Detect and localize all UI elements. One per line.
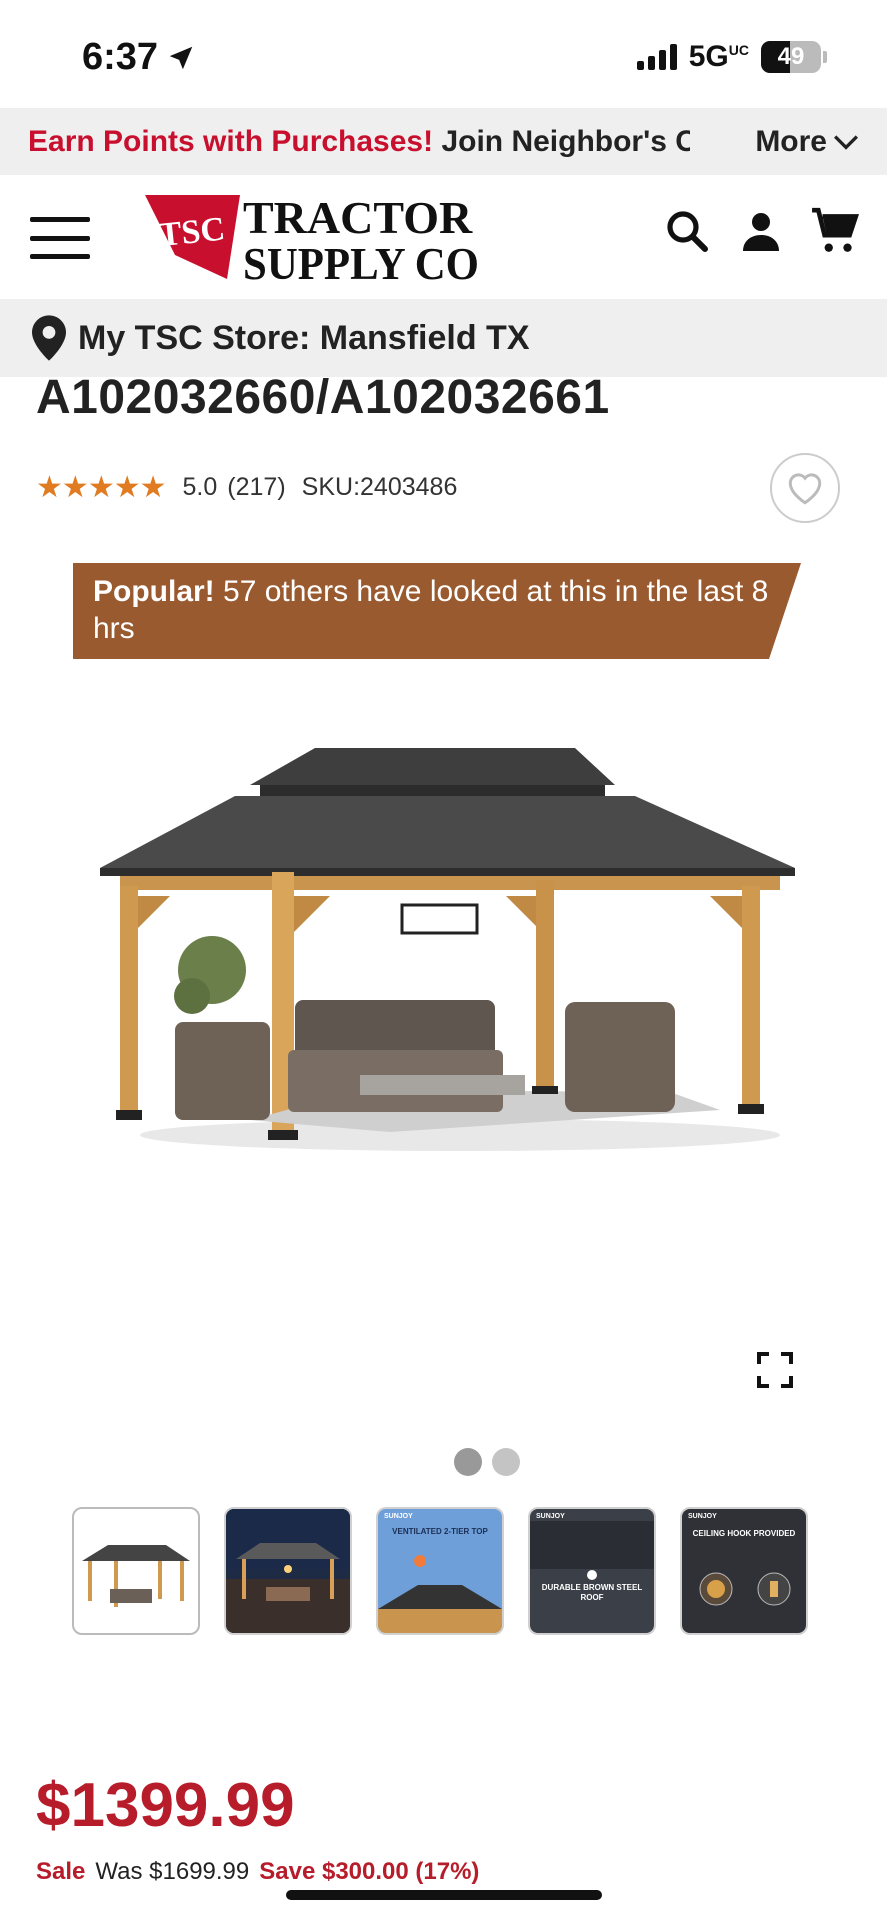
thumbnail-5[interactable]: SUNJOY CEILING HOOK PROVIDED bbox=[680, 1507, 808, 1635]
thumbnail-2[interactable] bbox=[224, 1507, 352, 1635]
main-product-image[interactable] bbox=[60, 700, 820, 1180]
rating-value: 5.0 bbox=[182, 473, 218, 501]
expand-icon[interactable] bbox=[757, 1352, 793, 1388]
cart-icon[interactable] bbox=[809, 205, 861, 257]
product-title: A102032660/A102032661 bbox=[36, 371, 610, 424]
star-icon: ★ bbox=[113, 471, 141, 504]
home-indicator[interactable] bbox=[286, 1890, 602, 1900]
star-icon: ★ bbox=[61, 471, 89, 504]
header-icons bbox=[661, 205, 861, 257]
price-details: Sale Was $1699.99 Save $300.00 (17%) bbox=[36, 1858, 479, 1886]
menu-icon[interactable] bbox=[30, 217, 90, 259]
image-pager bbox=[454, 1448, 520, 1476]
favorite-button[interactable] bbox=[770, 453, 840, 523]
svg-text:TRACTOR: TRACTOR bbox=[243, 192, 473, 243]
battery-nub bbox=[823, 51, 827, 63]
svg-text:TSC: TSC bbox=[157, 210, 227, 254]
site-header: TSC TRACTOR SUPPLY CO bbox=[0, 175, 887, 299]
thumbnail-3[interactable]: SUNJOY VENTILATED 2-TIER TOP bbox=[376, 1507, 504, 1635]
rating-row[interactable]: ★ ★ ★ ★ ★ 5.0 (217) SKU:2403486 bbox=[36, 470, 457, 505]
popular-text: Popular! 57 others have looked at this i… bbox=[93, 575, 769, 645]
svg-text:SUPPLY CO: SUPPLY CO bbox=[243, 238, 479, 285]
promo-bar[interactable]: Earn Points with Purchases! Join Neighbo… bbox=[0, 108, 887, 175]
tractor-supply-logo[interactable]: TSC TRACTOR SUPPLY CO bbox=[145, 189, 485, 285]
chevron-down-icon bbox=[834, 134, 858, 150]
pager-dot-1[interactable] bbox=[454, 1448, 482, 1476]
star-icon: ★ bbox=[139, 471, 167, 504]
location-arrow-icon bbox=[169, 46, 193, 69]
product-price: $1399.99 bbox=[36, 1771, 295, 1840]
promo-text[interactable]: Earn Points with Purchases! Join Neighbo… bbox=[0, 125, 690, 159]
star-icon: ★ bbox=[36, 471, 63, 504]
status-time: 6:37 bbox=[82, 36, 196, 79]
store-selector[interactable]: My TSC Store: Mansfield TX bbox=[0, 299, 887, 377]
battery-icon: 49 bbox=[761, 41, 821, 73]
review-count[interactable]: (217) bbox=[227, 473, 285, 502]
savings-label: Save $300.00 (17%) bbox=[259, 1858, 480, 1885]
star-icon: ★ bbox=[87, 471, 115, 504]
status-right: 5GUC 49 bbox=[636, 40, 827, 74]
location-pin-icon bbox=[32, 315, 66, 361]
heart-icon bbox=[788, 473, 822, 505]
popular-banner: Popular! 57 others have looked at this i… bbox=[73, 563, 801, 659]
store-label: My TSC Store: Mansfield TX bbox=[78, 318, 530, 357]
network-type: 5GUC bbox=[688, 40, 749, 73]
pager-dot-2[interactable] bbox=[492, 1448, 520, 1476]
search-icon[interactable] bbox=[661, 205, 713, 257]
thumbnail-4[interactable]: SUNJOY DURABLE BROWN STEEL ROOF bbox=[528, 1507, 656, 1635]
sale-label: Sale bbox=[36, 1858, 86, 1885]
sku-label: SKU:2403486 bbox=[301, 473, 458, 501]
was-price: Was $1699.99 bbox=[95, 1858, 250, 1885]
status-bar: 6:37 5GUC 49 bbox=[0, 0, 887, 108]
account-icon[interactable] bbox=[735, 205, 787, 257]
promo-more-button[interactable]: More bbox=[741, 108, 859, 175]
signal-icon bbox=[636, 44, 677, 70]
star-rating-icon: ★ ★ ★ ★ ★ bbox=[36, 470, 167, 505]
thumbnail-1[interactable] bbox=[72, 1507, 200, 1635]
thumbnail-strip: SUNJOY VENTILATED 2-TIER TOP SUNJOY DURA… bbox=[72, 1507, 808, 1635]
